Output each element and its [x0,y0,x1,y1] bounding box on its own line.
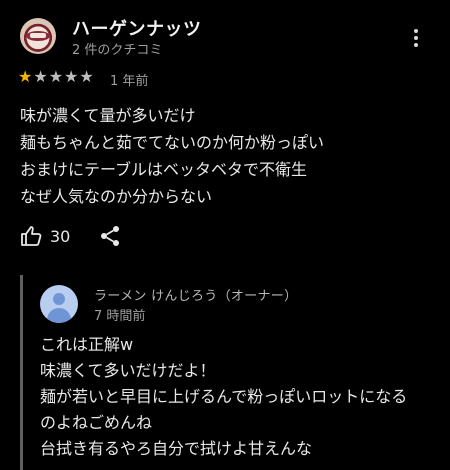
share-button[interactable] [98,224,122,248]
reply-text-line: 麺が若いと早目に上げるんで粉っぽいロットになる [40,387,408,406]
review-card: ハーゲンナッツ 2 件のクチコミ ★ ★ ★ ★ ★ 1 年前 味が濃くて量が多… [0,0,450,470]
star-filled-icon: ★ [18,67,33,86]
review-text-line: 味が濃くて量が多いだけ [20,106,196,125]
review-text-line: なぜ人気なのか分からない [20,187,213,206]
star-empty-icon: ★ [33,67,48,86]
more-vert-icon-dot-3 [414,43,418,47]
star-empty-icon: ★ [48,67,64,86]
more-vert-icon-dot-2 [414,36,418,40]
owner-avatar[interactable] [40,285,78,323]
reviewer-avatar[interactable] [20,18,56,54]
more-options-button[interactable] [404,26,428,50]
like-count: 30 [50,226,71,246]
owner-reply-time: 7 時間前 [94,309,146,324]
person-icon-body [47,308,71,323]
review-time: 1 年前 [110,74,149,89]
star-rating: ★ ★ ★ ★ ★ [18,68,94,86]
star-empty-icon: ★ [79,67,94,86]
reviewer-review-count: 2 件のクチコミ [72,43,163,58]
like-button[interactable]: 30 [20,224,70,248]
review-text-line: 麺もちゃんと茹でてないのか何か粉っぽい [20,133,325,152]
reply-text-line: のよねごめんね [40,413,153,432]
person-icon-head [53,293,65,305]
share-icon [101,226,119,246]
reply-text-line: 味濃くて多いだけだよ！ [40,361,216,380]
owner-name: ラーメン けんじろう（オーナー） [94,289,298,304]
reviewer-name[interactable]: ハーゲンナッツ [72,15,202,41]
avatar-image-label [30,33,46,38]
review-text-line: おまけにテーブルはベッタベタで不衛生 [20,160,308,179]
reply-divider [20,275,23,470]
reply-text-line: 台拭き有るやろ自分で拭けよ甘えんな [40,439,313,458]
reply-text-line: これは正解w [40,335,134,354]
thumb-up-icon [21,226,42,246]
owner-reply-text: これは正解w 味濃くて多いだけだよ！ 麺が若いと早目に上げるんで粉っぽいロットに… [40,332,440,462]
more-vert-icon-dot-1 [414,29,418,33]
star-empty-icon: ★ [64,67,79,86]
review-text: 味が濃くて量が多いだけ 麺もちゃんと茹でてないのか何か粉っぽい おまけにテーブル… [20,102,430,210]
